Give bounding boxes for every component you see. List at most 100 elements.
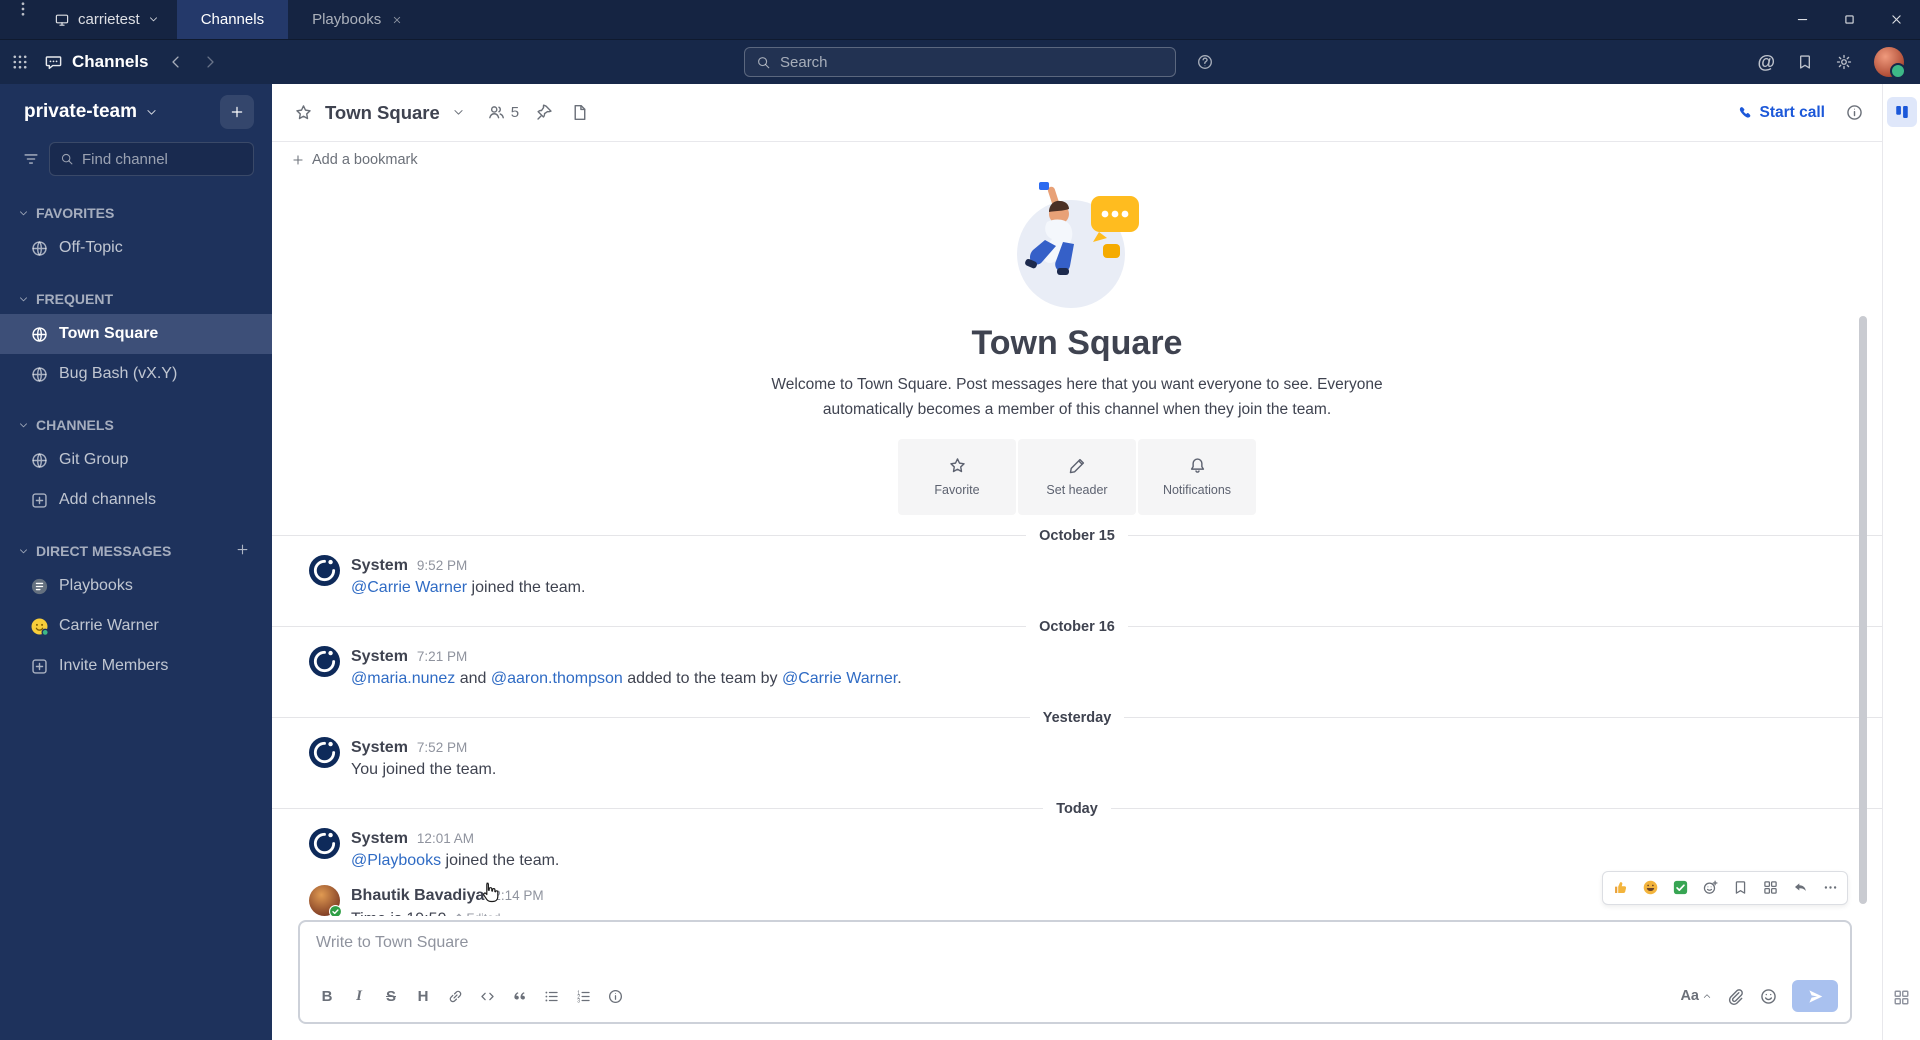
grinning-face-button[interactable] <box>1636 875 1664 901</box>
server-switcher[interactable]: carrietest <box>46 0 177 39</box>
send-message-button[interactable] <box>1792 980 1838 1012</box>
saved-posts-button[interactable] <box>1796 53 1814 71</box>
product-label: Channels <box>72 52 149 71</box>
app-bar-boards-button[interactable] <box>1886 97 1917 127</box>
mention-link[interactable]: @aaron.thompson <box>491 670 623 687</box>
carrie-avatar-icon <box>30 617 49 636</box>
titlebar-tab-playbooks[interactable]: Playbooks <box>288 0 427 39</box>
product-menu-button[interactable] <box>0 40 40 84</box>
channel-members-button[interactable]: 5 <box>487 103 519 122</box>
window-maximize-button[interactable] <box>1826 0 1873 39</box>
reply-button[interactable] <box>1786 875 1814 901</box>
formatting-help-button[interactable] <box>600 982 630 1010</box>
show-formatting-button[interactable]: Aa <box>1680 988 1712 1004</box>
search-icon <box>60 152 74 166</box>
sidebar-category-direct-messages[interactable]: DIRECT MESSAGES <box>0 536 272 566</box>
window-close-button[interactable] <box>1873 0 1920 39</box>
message-avatar[interactable] <box>309 554 340 586</box>
add-channel-button[interactable] <box>220 95 254 129</box>
message-author[interactable]: System <box>351 737 408 758</box>
team-menu[interactable]: private-team <box>0 84 272 140</box>
scrollbar-thumb[interactable] <box>1859 316 1867 904</box>
sidebar-item-town-square[interactable]: Town Square <box>0 314 272 354</box>
add-direct-message-button[interactable] <box>235 542 250 560</box>
message-author[interactable]: System <box>351 555 408 576</box>
message-author[interactable]: System <box>351 646 408 667</box>
history-back-button[interactable] <box>161 47 191 77</box>
tab-close-icon[interactable] <box>391 14 403 26</box>
favorite-channel-icon[interactable] <box>294 103 313 122</box>
message-apps-button[interactable] <box>1756 875 1784 901</box>
settings-button[interactable] <box>1835 53 1853 71</box>
quote-button[interactable] <box>504 982 534 1010</box>
mention-link[interactable]: @maria.nunez <box>351 670 455 687</box>
mention-link[interactable]: @Carrie Warner <box>351 579 467 596</box>
message-author[interactable]: System <box>351 828 408 849</box>
mentions-button[interactable]: @ <box>1757 52 1775 73</box>
mention-link[interactable]: @Carrie Warner <box>782 670 897 687</box>
add-bookmark-button[interactable]: Add a bookmark <box>312 152 418 168</box>
chevron-down-icon <box>145 106 158 119</box>
app-bar-apps-button[interactable] <box>1892 988 1911 1012</box>
channel-name[interactable]: Town Square <box>325 102 440 124</box>
app-menu-icon[interactable] <box>0 0 46 18</box>
sidebar-item-playbooks[interactable]: Playbooks <box>0 566 272 606</box>
message-avatar[interactable] <box>309 736 340 768</box>
reply-icon <box>1792 879 1809 896</box>
numbered-list-button[interactable]: 123 <box>568 982 598 1010</box>
save-message-button[interactable] <box>1726 875 1754 901</box>
channel-menu-chevron-icon[interactable] <box>452 106 465 119</box>
filter-icon[interactable] <box>22 150 40 168</box>
find-channel-input[interactable]: Find channel <box>49 142 254 176</box>
sidebar-item-carrie-warner[interactable]: Carrie Warner <box>0 606 272 646</box>
bulleted-list-button[interactable] <box>536 982 566 1010</box>
message-actions-toolbar <box>1602 870 1848 905</box>
bold-button[interactable]: B <box>312 982 342 1010</box>
sidebar-category-frequent[interactable]: FREQUENT <box>0 284 272 314</box>
divider-line <box>272 535 1027 537</box>
thumbs-up-button[interactable] <box>1606 875 1634 901</box>
message-avatar[interactable] <box>309 645 340 677</box>
plus-icon <box>235 542 250 557</box>
message-input[interactable]: Write to Town Square <box>300 922 1850 978</box>
message-author[interactable]: Bhautik Bavadiya <box>351 885 484 906</box>
sidebar-category-channels[interactable]: CHANNELS <box>0 410 272 440</box>
message-text: @maria.nunez and @aaron.thompson added t… <box>351 667 902 691</box>
window-minimize-button[interactable] <box>1779 0 1826 39</box>
global-header: Channels Search @ <box>0 40 1920 84</box>
intro-action-favorite[interactable]: Favorite <box>898 438 1016 515</box>
channel-files-icon[interactable] <box>570 103 589 122</box>
start-call-button[interactable]: Start call <box>1737 104 1825 122</box>
italic-button[interactable]: I <box>344 982 374 1010</box>
message-avatar[interactable] <box>309 884 342 916</box>
products-grid-icon <box>11 53 29 71</box>
globe-icon <box>30 325 49 344</box>
link-button[interactable] <box>440 982 470 1010</box>
pinned-posts-icon[interactable] <box>535 103 554 122</box>
intro-action-set-header[interactable]: Set header <box>1018 438 1136 515</box>
history-forward-button[interactable] <box>195 47 225 77</box>
code-button[interactable] <box>472 982 502 1010</box>
add-reaction-button[interactable] <box>1696 875 1724 901</box>
message-avatar[interactable] <box>309 827 340 859</box>
titlebar-tab-channels[interactable]: Channels <box>176 0 289 39</box>
sidebar-item-invite-members[interactable]: Invite Members <box>0 646 272 686</box>
heading-button[interactable]: H <box>408 982 438 1010</box>
mention-link[interactable]: @Playbooks <box>351 852 441 869</box>
strikethrough-button[interactable]: S <box>376 982 406 1010</box>
help-button[interactable] <box>1192 49 1218 75</box>
more-actions-button[interactable] <box>1816 875 1844 901</box>
search-input[interactable]: Search <box>744 47 1176 77</box>
user-avatar[interactable] <box>1874 47 1906 79</box>
sidebar-item-bug-bash-vx-y-[interactable]: Bug Bash (vX.Y) <box>0 354 272 394</box>
emoji-picker-button[interactable] <box>1759 987 1778 1006</box>
intro-actions: Favorite Set header Notifications <box>272 438 1882 515</box>
sidebar-item-git-group[interactable]: Git Group <box>0 440 272 480</box>
check-mark-button[interactable] <box>1666 875 1694 901</box>
sidebar-item-off-topic[interactable]: Off-Topic <box>0 228 272 268</box>
intro-action-notifications[interactable]: Notifications <box>1138 438 1256 515</box>
attach-file-button[interactable] <box>1726 987 1745 1006</box>
channel-info-icon[interactable] <box>1845 103 1864 122</box>
sidebar-category-favorites[interactable]: FAVORITES <box>0 198 272 228</box>
sidebar-item-add-channels[interactable]: Add channels <box>0 480 272 520</box>
